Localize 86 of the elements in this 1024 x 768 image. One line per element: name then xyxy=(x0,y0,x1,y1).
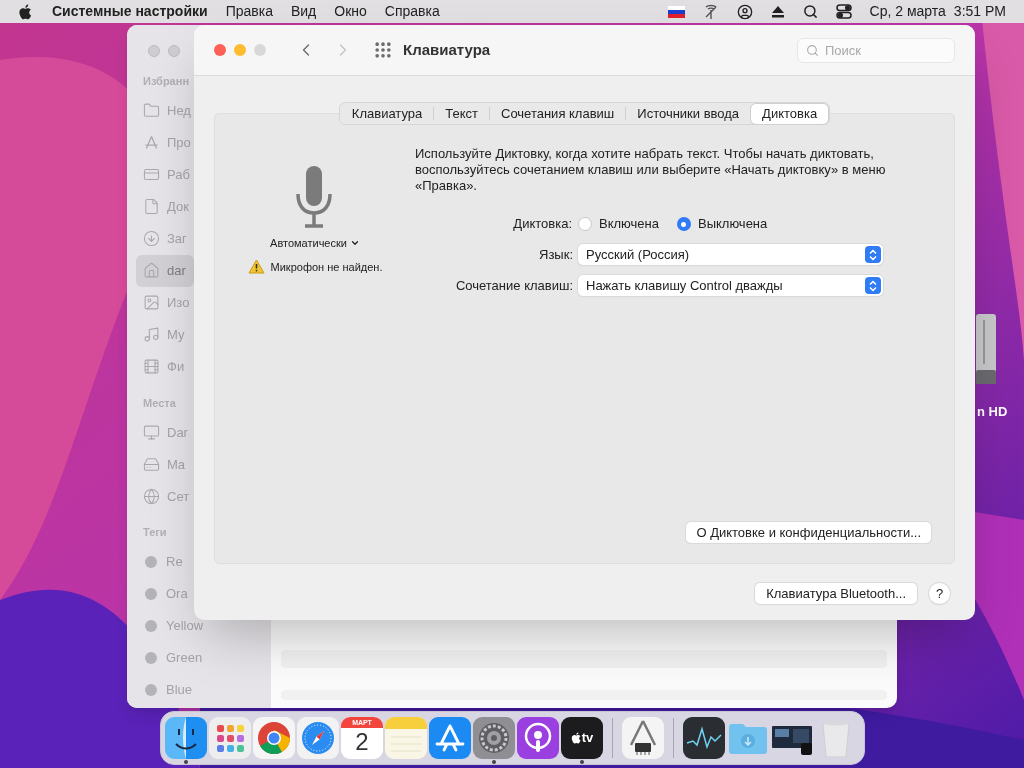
radio-button[interactable] xyxy=(676,217,691,231)
menu-item[interactable]: Правка xyxy=(225,1,273,22)
calipers-chip-icon[interactable] xyxy=(622,717,664,759)
sidebar-label: Ma xyxy=(167,457,186,471)
sidebar-label: Green xyxy=(166,651,203,664)
menu-item[interactable]: Окно xyxy=(334,1,367,22)
smiling-face-app-icon[interactable] xyxy=(165,717,207,759)
sidebar-label: Заг xyxy=(167,232,187,245)
select-field[interactable]: Русский (Россия) xyxy=(578,244,883,265)
menu-item[interactable]: Вид xyxy=(290,1,317,22)
app-store-icon[interactable] xyxy=(429,717,471,759)
sidebar-label: Му xyxy=(167,328,185,341)
sidebar-label: Yellow xyxy=(166,619,204,632)
select-label: Сочетание клавиш: xyxy=(454,276,574,295)
sidebar-label: Док xyxy=(167,200,189,213)
sidebar-label: Нед xyxy=(167,104,191,117)
download-icon xyxy=(143,230,160,247)
folder-icon xyxy=(143,102,160,119)
stepper-icon xyxy=(865,277,881,294)
picture-icon xyxy=(143,294,160,311)
tv-label: tv xyxy=(581,729,594,748)
hard-drive-icon[interactable] xyxy=(976,314,998,386)
music-icon xyxy=(143,326,160,343)
dictation-label: Диктовка: xyxy=(512,215,573,234)
podcast-icon[interactable] xyxy=(517,717,559,759)
sidebar-label: dar xyxy=(167,264,186,277)
window-title: Клавиатура xyxy=(403,39,491,60)
menu-item[interactable]: Справка xyxy=(384,1,440,22)
help-button[interactable]: ? xyxy=(929,583,950,604)
tab[interactable]: Клавиатура xyxy=(340,103,434,124)
running-indicator-icon xyxy=(184,760,188,764)
stepper-icon xyxy=(865,246,881,263)
compass-icon[interactable] xyxy=(297,717,339,759)
monitor-icon xyxy=(143,423,160,441)
tab[interactable]: Диктовка xyxy=(751,103,829,124)
bluetooth-keyboard-button[interactable]: Клавиатура Bluetooth... xyxy=(755,583,917,604)
description-text: Используйте Диктовку, когда хотите набрать текст. Чтобы начать диктовать, воспользуйтесь сочетанием клавиш или выберите «Начать диктовку» в меню «Правка». xyxy=(415,146,887,194)
radio-button[interactable] xyxy=(578,217,592,231)
running-indicator-icon xyxy=(580,760,584,764)
sidebar-label: Фи xyxy=(167,360,185,373)
tab[interactable]: Сочетания клавиш xyxy=(490,103,626,124)
desktop-icon-label: n HD xyxy=(977,403,1008,421)
user-icon[interactable] xyxy=(736,3,753,20)
sidebar-label: Про xyxy=(167,136,191,149)
select-field[interactable]: Нажать клавишу Control дважды xyxy=(578,275,883,296)
film-icon xyxy=(143,358,160,375)
select-label: Язык: xyxy=(538,245,574,264)
flag-icon[interactable] xyxy=(667,5,685,18)
menu-time[interactable]: 3:51 PM xyxy=(953,1,1006,22)
warning-text: Микрофон не найден. xyxy=(270,259,383,275)
sidebar-label: Сет xyxy=(167,489,190,503)
document-icon xyxy=(143,198,160,215)
app-menu[interactable]: Системные настройки xyxy=(52,1,208,22)
sidebar-label: Раб xyxy=(167,168,190,181)
sidebar-label: Ora xyxy=(166,587,188,600)
apple-logo-icon[interactable] xyxy=(18,3,32,20)
control-center-icon[interactable] xyxy=(835,4,852,19)
globe-icon xyxy=(143,487,160,505)
microphone-source-dropdown[interactable]: Автоматически xyxy=(270,235,360,252)
search-icon xyxy=(806,43,819,57)
tab[interactable]: Текст xyxy=(434,103,489,124)
sidebar-label: Re xyxy=(166,555,183,568)
search-icon[interactable] xyxy=(802,4,818,19)
microphone-icon xyxy=(295,166,333,228)
close-button[interactable] xyxy=(214,44,226,56)
grid-icon[interactable] xyxy=(373,40,393,60)
sidebar-label: Blue xyxy=(166,683,193,696)
sidebar-label: Изо xyxy=(167,296,190,309)
gear-icon[interactable] xyxy=(473,717,515,759)
privacy-button[interactable]: О Диктовке и конфиденциальности... xyxy=(686,522,931,543)
tab[interactable]: Источники ввода xyxy=(626,103,751,124)
antenna-icon[interactable] xyxy=(702,3,719,20)
tv-app-icon[interactable]: tv xyxy=(561,717,603,759)
running-indicator-icon xyxy=(492,760,496,764)
eject-icon[interactable] xyxy=(770,5,785,18)
warning-icon xyxy=(247,259,265,275)
apple-logo-icon xyxy=(570,732,581,744)
search-field[interactable]: Поиск xyxy=(797,37,955,63)
menu-date[interactable]: Ср, 2 марта xyxy=(869,1,946,22)
sidebar-label: Dar xyxy=(167,425,188,439)
radio-option[interactable]: Включена xyxy=(578,214,659,234)
radio-option[interactable]: Выключена xyxy=(676,214,768,234)
browser-icon[interactable] xyxy=(253,717,295,759)
calendar-day: 2 xyxy=(355,728,369,756)
home-icon xyxy=(143,262,160,279)
desktop-icon xyxy=(143,166,160,183)
